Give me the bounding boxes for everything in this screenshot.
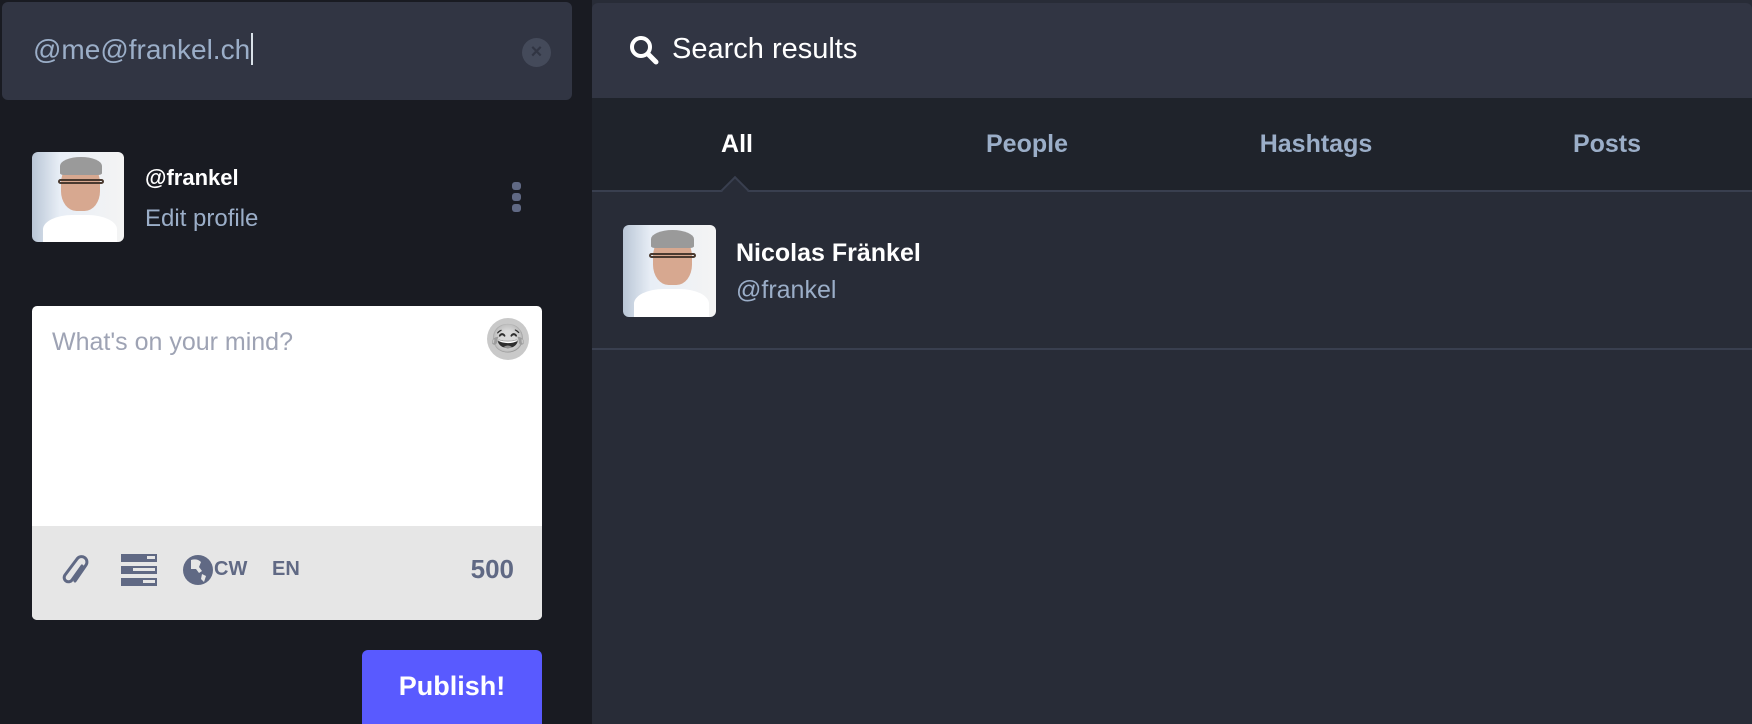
profile-handle[interactable]: @frankel (145, 165, 239, 191)
search-value[interactable]: @me@frankel.ch (33, 33, 254, 66)
column-header: Search results (592, 3, 1752, 98)
compose-form: What's on your mind? 😂 CW EN 500 (32, 306, 542, 620)
character-counter: 500 (470, 554, 514, 584)
compose-textarea[interactable]: What's on your mind? (52, 328, 293, 357)
tab-posts[interactable]: Posts (1573, 130, 1641, 159)
tab-hashtags[interactable]: Hashtags (1260, 130, 1373, 159)
result-display-name[interactable]: Nicolas Fränkel (736, 239, 921, 268)
poll-icon[interactable] (121, 554, 157, 586)
account-result[interactable]: Nicolas Fränkel @frankel (592, 192, 1752, 350)
kebab-menu-icon[interactable] (512, 182, 522, 215)
search-icon (630, 36, 659, 65)
search-results-column: Search results All People Hashtags Posts… (592, 0, 1752, 724)
search-input[interactable]: @me@frankel.ch × (2, 2, 572, 100)
compose-toolbar: CW EN 500 (32, 526, 542, 620)
result-avatar[interactable] (623, 225, 716, 317)
result-handle: @frankel (736, 276, 837, 304)
tab-people[interactable]: People (986, 130, 1068, 159)
tab-all[interactable]: All (721, 130, 753, 159)
column-title: Search results (672, 33, 858, 65)
laughing-emoji-icon[interactable]: 😂 (487, 318, 529, 360)
publish-button[interactable]: Publish! (362, 650, 542, 724)
avatar[interactable] (32, 152, 124, 242)
content-warning-button[interactable]: CW (214, 558, 247, 581)
results-tabs: All People Hashtags Posts (592, 98, 1752, 205)
language-button[interactable]: EN (272, 558, 300, 581)
compose-column: @me@frankel.ch × @frankel Edit profile W… (0, 0, 590, 724)
close-circle-icon[interactable]: × (522, 38, 551, 67)
paperclip-icon[interactable] (62, 554, 90, 588)
globe-icon[interactable] (182, 554, 214, 586)
edit-profile-link[interactable]: Edit profile (145, 205, 258, 233)
